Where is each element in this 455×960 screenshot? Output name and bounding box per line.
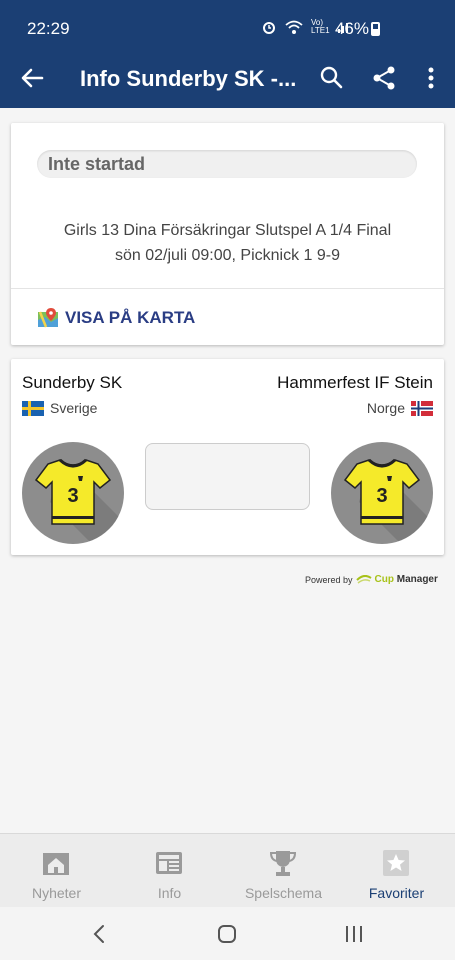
star-icon: [383, 850, 409, 876]
shirt-icon: 3: [343, 458, 433, 544]
nav-label-info: Info: [157, 885, 182, 901]
away-team-country: Norge: [367, 400, 433, 416]
brand-cup: Cup: [374, 574, 394, 585]
match-time-venue: sön 02/juli 09:00, Picknick 1 9-9: [114, 247, 340, 264]
home-team-shirt[interactable]: 3: [22, 442, 124, 544]
match-info-card: Inte startad Girls 13 Dina Försäkringar …: [11, 123, 444, 345]
teams-card: Sunderby SK Hammerfest IF Stein Sverige …: [11, 359, 444, 555]
home-shirt-number: 3: [67, 485, 78, 507]
home-team-name[interactable]: Sunderby SK: [22, 373, 122, 393]
powered-by[interactable]: Powered by Cup Manager: [305, 574, 438, 585]
app-bar: Info Sunderby SK -...: [0, 56, 455, 108]
status-bar: 22:29 Vo) LTE1 46%: [0, 0, 455, 56]
shirt-icon: 3: [34, 458, 124, 544]
home-country-label: Sverige: [50, 400, 98, 416]
system-back-icon[interactable]: [87, 921, 113, 947]
away-team-name[interactable]: Hammerfest IF Stein: [277, 373, 433, 393]
nav-item-favoriter[interactable]: Favoriter: [340, 834, 453, 908]
battery-icon: [371, 22, 380, 36]
cup-manager-brand: Cup Manager: [375, 574, 438, 585]
nav-item-nyheter[interactable]: Nyheter: [0, 834, 113, 908]
system-recents-icon[interactable]: [341, 921, 367, 947]
match-details: Girls 13 Dina Försäkringar Slutspel A 1/…: [11, 218, 444, 268]
norway-flag-icon: [411, 400, 433, 416]
more-vert-icon[interactable]: [417, 64, 445, 92]
share-icon[interactable]: [370, 64, 398, 92]
sweden-flag-icon: [22, 400, 44, 416]
map-icon: [38, 308, 58, 328]
nav-label-spelschema: Spelschema: [244, 885, 323, 901]
score-box: [145, 443, 310, 510]
away-team-shirt[interactable]: 3: [331, 442, 433, 544]
network-label: Vo) LTE1: [311, 18, 330, 35]
powered-by-label: Powered by: [305, 574, 353, 585]
match-status-badge: Inte startad: [37, 150, 417, 178]
status-time: 22:29: [27, 19, 70, 38]
show-on-map-label: VISA PÅ KARTA: [65, 308, 196, 327]
info-list-icon: [156, 852, 182, 874]
nav-label-nyheter: Nyheter: [31, 885, 82, 901]
match-status-text: Inte startad: [48, 154, 146, 174]
cup-manager-logo-icon: [355, 574, 372, 584]
battery-percent: 46%: [334, 19, 369, 38]
system-navigation-bar: [0, 907, 455, 960]
nav-label-favoriter: Favoriter: [368, 885, 425, 901]
alarm-icon: [263, 22, 275, 34]
wifi-icon: [285, 20, 303, 34]
system-home-icon[interactable]: [214, 921, 240, 947]
show-on-map-button[interactable]: VISA PÅ KARTA: [37, 308, 195, 328]
brand-manager: Manager: [396, 574, 438, 585]
news-home-icon: [43, 853, 69, 875]
card-divider: [11, 288, 444, 289]
trophy-icon: [269, 851, 297, 876]
page-title: Info Sunderby SK -...: [80, 66, 297, 91]
away-country-label: Norge: [366, 400, 405, 416]
back-arrow-icon[interactable]: [18, 64, 46, 92]
match-competition: Girls 13 Dina Försäkringar Slutspel A 1/…: [63, 222, 392, 239]
home-team-country: Sverige: [22, 400, 97, 416]
nav-item-spelschema[interactable]: Spelschema: [227, 834, 340, 908]
search-icon[interactable]: [318, 64, 346, 92]
nav-item-info[interactable]: Info: [113, 834, 226, 908]
bottom-navigation: Nyheter Info Spelschema Favoriter: [0, 833, 455, 907]
away-shirt-number: 3: [376, 485, 387, 507]
